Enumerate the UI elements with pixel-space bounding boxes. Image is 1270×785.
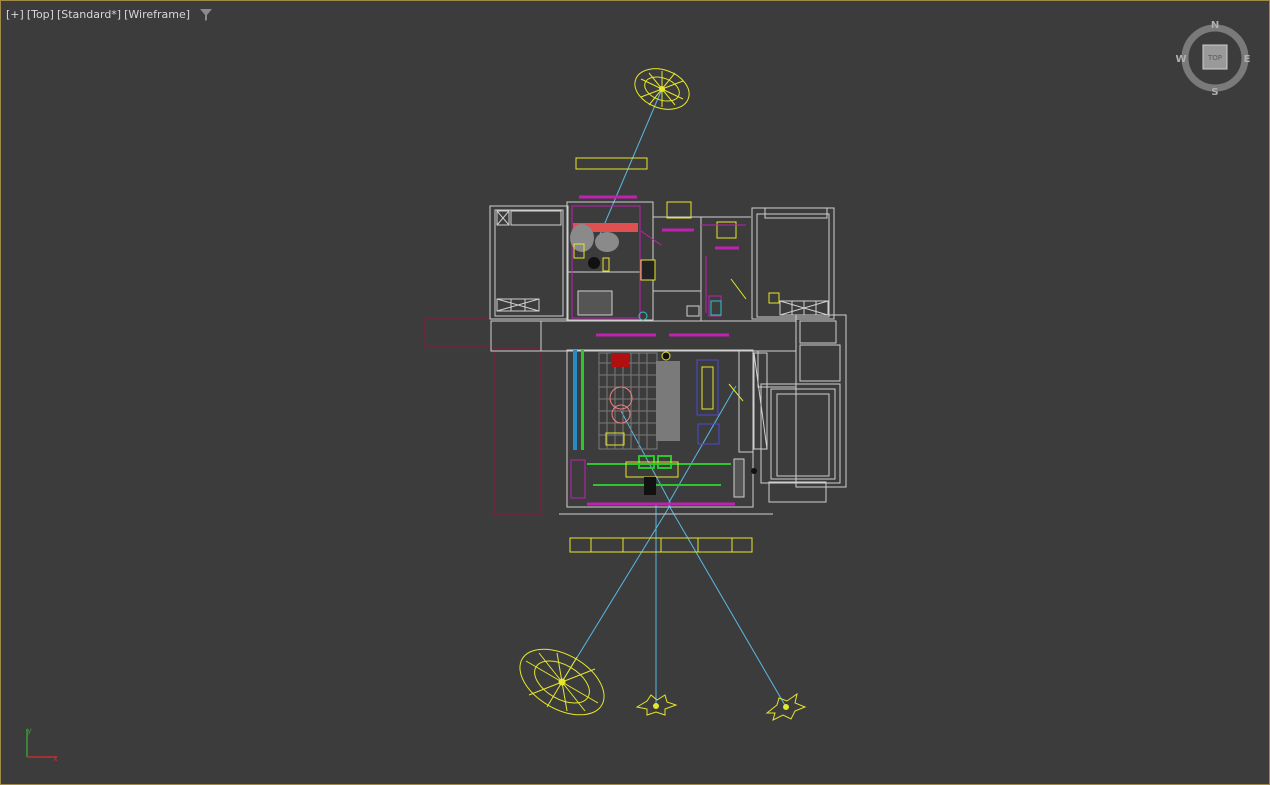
omni-light-bottom-right[interactable] (765, 692, 807, 721)
compass-south-label[interactable]: S (1211, 87, 1218, 97)
viewport-top[interactable]: [+] [Top] [Standard*] [Wireframe] TOP N … (0, 0, 1270, 785)
viewport-menu-button[interactable]: [+] (6, 8, 24, 21)
viewport-label[interactable]: [+] [Top] [Standard*] [Wireframe] (6, 8, 213, 21)
viewcube-face-label: TOP (1207, 54, 1222, 62)
funnel-icon[interactable] (200, 8, 213, 21)
shading-style-menu[interactable]: [Standard*] (57, 8, 121, 21)
light-panel-bottom[interactable] (569, 537, 753, 553)
compass-east-label[interactable]: E (1244, 54, 1251, 65)
scene-wireframe[interactable] (1, 1, 1269, 784)
spotlight-top[interactable] (629, 62, 695, 117)
spotlight-bottom-left[interactable] (509, 636, 616, 729)
floor-plan[interactable] (424, 195, 847, 516)
y-axis-label: y (27, 726, 32, 735)
light-panel-small-b[interactable] (716, 221, 737, 239)
light-panel-small-a[interactable] (666, 201, 692, 219)
light-panel-top[interactable] (575, 157, 648, 170)
view-point-menu[interactable]: [Top] (27, 8, 54, 21)
grid-carpet (598, 352, 658, 450)
viewcube[interactable]: TOP N S E W (1171, 17, 1261, 97)
compass-north-label[interactable]: N (1211, 20, 1219, 31)
x-axis-label: x (53, 754, 58, 763)
compass-west-label[interactable]: W (1175, 54, 1186, 65)
axis-tripod: y x (26, 726, 58, 763)
render-mode-menu[interactable]: [Wireframe] (124, 8, 190, 21)
